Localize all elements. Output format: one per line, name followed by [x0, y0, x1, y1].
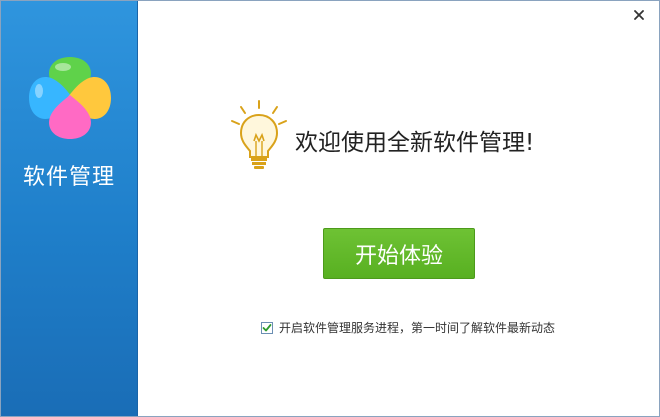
service-option[interactable]: 开启软件管理服务进程，第一时间了解软件最新动态 [261, 319, 555, 336]
welcome-heading: 欢迎使用全新软件管理! [295, 130, 535, 156]
service-checkbox[interactable] [261, 321, 273, 334]
start-experience-button[interactable]: 开始体验 [323, 228, 475, 279]
close-button[interactable] [629, 5, 649, 25]
software-manager-window: 软件管理 欢迎使用全新软件管理! 开始体验 开启软件管理服务进程，第一时间了解软… [0, 0, 660, 417]
sidebar-title: 软件管理 [22, 165, 115, 190]
four-petal-logo-icon [29, 57, 111, 139]
close-icon [634, 10, 644, 20]
service-option-label: 开启软件管理服务进程，第一时间了解软件最新动态 [279, 321, 556, 335]
checkmark-icon [262, 323, 272, 331]
sidebar: 软件管理 [1, 1, 138, 416]
light-bulb-icon [231, 100, 287, 169]
